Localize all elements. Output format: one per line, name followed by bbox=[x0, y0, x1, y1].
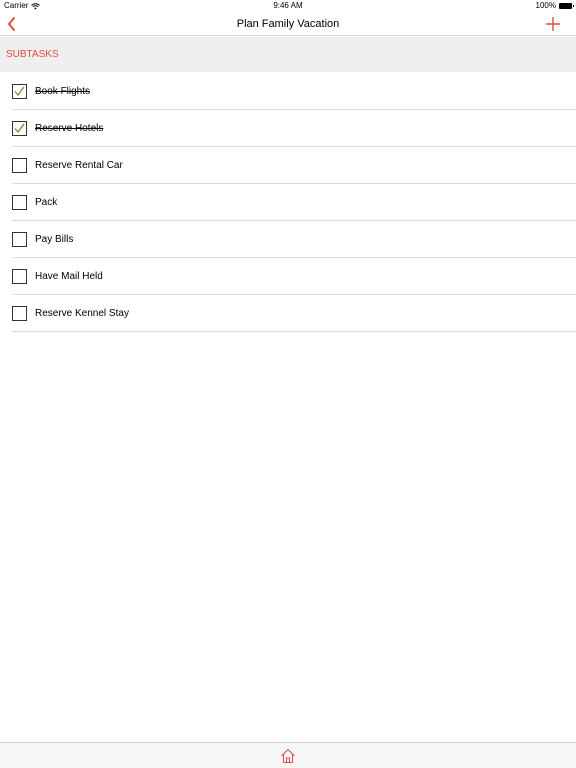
checkbox[interactable] bbox=[12, 121, 27, 136]
checkbox[interactable] bbox=[12, 232, 27, 247]
list-item[interactable]: Book Flights bbox=[12, 73, 576, 110]
screen: Carrier 9:46 AM 100% Plan Family Vacatio… bbox=[0, 0, 576, 768]
list-item[interactable]: Pack bbox=[12, 184, 576, 221]
status-bar: Carrier 9:46 AM 100% bbox=[0, 0, 576, 12]
page-title: Plan Family Vacation bbox=[236, 18, 340, 30]
task-label: Book Flights bbox=[35, 86, 91, 97]
section-title: SUBTASKS bbox=[6, 49, 59, 60]
task-label: Reserve Kennel Stay bbox=[35, 308, 129, 319]
checkbox[interactable] bbox=[12, 269, 27, 284]
bottom-toolbar bbox=[0, 742, 576, 768]
task-label: Have Mail Held bbox=[35, 271, 103, 282]
list-item[interactable]: Reserve Kennel Stay bbox=[12, 295, 576, 332]
task-label: Reserve Hotels bbox=[35, 123, 104, 134]
subtask-list: Book Flights Reserve Hotels Reserve Rent… bbox=[0, 73, 576, 332]
list-item[interactable]: Reserve Rental Car bbox=[12, 147, 576, 184]
checkmark-icon bbox=[14, 123, 25, 133]
navigation-bar: Plan Family Vacation bbox=[0, 12, 576, 36]
checkmark-icon bbox=[14, 86, 25, 96]
task-label: Reserve Rental Car bbox=[35, 160, 123, 171]
checkbox[interactable] bbox=[12, 84, 27, 99]
checkbox[interactable] bbox=[12, 158, 27, 173]
checkbox[interactable] bbox=[12, 306, 27, 321]
clock: 9:46 AM bbox=[273, 1, 303, 10]
task-label: Pay Bills bbox=[35, 234, 74, 245]
home-icon[interactable] bbox=[279, 747, 297, 765]
section-header: SUBTASKS bbox=[0, 37, 576, 72]
list-item[interactable]: Have Mail Held bbox=[12, 258, 576, 295]
list-item[interactable]: Reserve Hotels bbox=[12, 110, 576, 147]
list-item[interactable]: Pay Bills bbox=[12, 221, 576, 258]
plus-icon[interactable] bbox=[544, 15, 562, 33]
battery-percent: 100% bbox=[535, 1, 556, 10]
task-label: Pack bbox=[35, 197, 58, 208]
battery-icon bbox=[559, 3, 574, 9]
checkbox[interactable] bbox=[12, 195, 27, 210]
